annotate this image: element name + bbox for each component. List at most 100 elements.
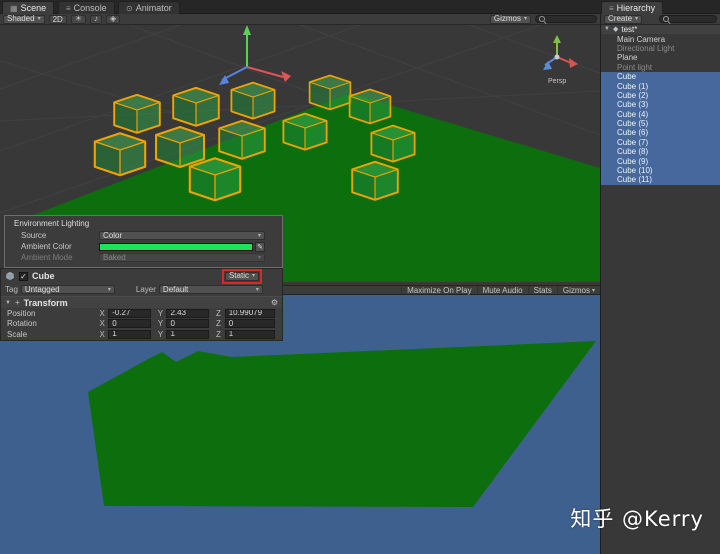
hierarchy-item-cube-1[interactable]: Cube (1) xyxy=(601,81,720,91)
position-label: Position xyxy=(7,308,36,318)
cube-3d[interactable] xyxy=(188,157,242,202)
rotation-z-field[interactable]: 0 xyxy=(224,319,275,329)
cube-3d[interactable] xyxy=(93,132,147,177)
static-highlight-box: Static ▾ xyxy=(221,268,262,284)
tag-dropdown[interactable]: Untagged ▾ xyxy=(20,285,115,294)
tab-console[interactable]: ≡ Console xyxy=(58,1,115,14)
scene-effects-toggle[interactable]: ◈ xyxy=(106,14,121,24)
scene-lighting-toggle[interactable]: ☀ xyxy=(70,14,87,24)
cube-3d[interactable] xyxy=(351,160,399,201)
watermark: 知乎 @Kerry xyxy=(570,507,704,531)
hierarchy-item-plane[interactable]: Plane xyxy=(601,53,720,62)
axis-y-label: Y xyxy=(157,308,164,318)
cube-3d[interactable] xyxy=(370,124,416,163)
stats-button[interactable]: Stats xyxy=(527,286,557,295)
cube-3d[interactable] xyxy=(172,86,220,127)
hierarchy-item-cube-3[interactable]: Cube (3) xyxy=(601,100,720,110)
hierarchy-item-cube-9[interactable]: Cube (9) xyxy=(601,156,720,166)
hierarchy-panel: ▼ ◆ test* Main Camera Directional Light … xyxy=(600,25,720,554)
scene-audio-toggle[interactable]: ♪ xyxy=(90,14,103,24)
rotation-x-field[interactable]: 0 xyxy=(108,319,151,329)
tab-console-label: Console xyxy=(73,3,107,13)
axis-z-label: Z xyxy=(216,319,221,329)
tab-hierarchy[interactable]: ≡ Hierarchy xyxy=(601,1,664,14)
cube-3d[interactable] xyxy=(155,126,205,168)
game-gizmos-dropdown[interactable]: Gizmos ▾ xyxy=(556,286,600,295)
search-icon xyxy=(539,15,546,23)
cube-3d[interactable] xyxy=(218,119,266,160)
hierarchy-item-cube-11[interactable]: Cube (11) xyxy=(601,175,720,185)
active-checkbox[interactable]: ✓ xyxy=(19,271,28,281)
cube-icon xyxy=(6,271,14,281)
hierarchy-item-cube-8[interactable]: Cube (8) xyxy=(601,147,720,157)
hierarchy-item-main-camera[interactable]: Main Camera xyxy=(601,34,720,44)
color-picker-button[interactable]: ✎ xyxy=(255,241,265,252)
scale-x-field[interactable]: 1 xyxy=(108,329,151,339)
transform-component-header[interactable]: ▼ + Transform ⚙ xyxy=(1,296,282,308)
maximize-on-play-button[interactable]: Maximize On Play xyxy=(401,286,476,295)
hierarchy-item-point-light[interactable]: Point light xyxy=(601,63,720,72)
hierarchy-scene-row[interactable]: ▼ ◆ test* xyxy=(601,25,720,35)
position-z-field[interactable]: 10.99079 xyxy=(224,308,275,318)
hierarchy-item-cube[interactable]: Cube xyxy=(601,71,720,82)
hierarchy-item-cube-6[interactable]: Cube (6) xyxy=(601,128,720,138)
audio-icon: ♪ xyxy=(94,14,99,23)
hierarchy-item-cube-7[interactable]: Cube (7) xyxy=(601,137,720,148)
hierarchy-item-directional-light[interactable]: Directional Light xyxy=(601,44,720,53)
environment-lighting-panel: Environment Lighting Source Color ▾ Ambi… xyxy=(4,215,283,268)
chevron-down-icon: ▾ xyxy=(251,273,255,279)
toggle-2d-button[interactable]: 2D xyxy=(48,14,67,24)
tab-scene-label: Scene xyxy=(20,3,47,13)
axis-z-label: Z xyxy=(216,308,221,318)
hierarchy-search-input[interactable] xyxy=(659,15,717,23)
projection-label[interactable]: Persp xyxy=(548,78,566,85)
position-y-field[interactable]: 2.43 xyxy=(166,308,210,318)
axis-x-label: X xyxy=(99,329,105,339)
lighting-panel-title: Environment Lighting xyxy=(14,219,90,228)
cube-3d[interactable] xyxy=(348,88,392,125)
foldout-icon[interactable]: ▼ xyxy=(5,300,11,306)
scene-asset-icon: ◆ xyxy=(612,26,619,34)
ambient-color-label: Ambient Color xyxy=(21,242,72,251)
ambient-color-swatch[interactable] xyxy=(99,242,253,251)
rotation-y-field[interactable]: 0 xyxy=(166,319,210,329)
scene-search-input[interactable] xyxy=(535,15,597,23)
hierarchy-header: Create ▾ xyxy=(600,14,720,25)
foldout-icon[interactable]: ▼ xyxy=(604,25,610,34)
static-dropdown[interactable]: Static ▾ xyxy=(224,271,259,281)
transform-icon: + xyxy=(14,297,20,307)
source-dropdown[interactable]: Color ▾ xyxy=(99,231,265,240)
cube-3d[interactable] xyxy=(308,74,352,111)
check-icon: ✓ xyxy=(20,271,27,281)
cube-3d[interactable] xyxy=(230,81,276,120)
scene-gizmos-dropdown[interactable]: Gizmos ▾ xyxy=(489,14,531,24)
chevron-down-icon: ▾ xyxy=(257,232,261,239)
ambient-color-row: Ambient Color ✎ xyxy=(5,241,282,252)
hierarchy-item-cube-10[interactable]: Cube (10) xyxy=(601,165,720,176)
hierarchy-item-cube-4[interactable]: Cube (4) xyxy=(601,109,720,119)
console-tab-icon: ≡ xyxy=(66,3,71,13)
gear-icon[interactable]: ⚙ xyxy=(271,298,278,307)
hierarchy-item-cube-2[interactable]: Cube (2) xyxy=(601,90,720,101)
chevron-down-icon: ▾ xyxy=(37,16,41,22)
mute-audio-button[interactable]: Mute Audio xyxy=(476,286,528,295)
top-tab-bar: ▦ Scene ≡ Console ⊙ Animator ≡ Hierarchy xyxy=(0,0,720,14)
layer-dropdown[interactable]: Default ▾ xyxy=(158,285,263,294)
scale-z-field[interactable]: 1 xyxy=(224,329,275,339)
tab-scene[interactable]: ▦ Scene xyxy=(2,1,55,14)
position-x-field[interactable]: -0.27 xyxy=(108,308,151,318)
tab-animator[interactable]: ⊙ Animator xyxy=(118,1,180,14)
shading-mode-dropdown[interactable]: Shaded ▾ xyxy=(3,14,45,24)
cube-3d[interactable] xyxy=(282,112,328,151)
rotation-label: Rotation xyxy=(7,319,37,329)
lighting-icon: ☀ xyxy=(74,14,83,23)
hierarchy-item-cube-5[interactable]: Cube (5) xyxy=(601,118,720,129)
scale-y-field[interactable]: 1 xyxy=(166,329,210,339)
axis-y-label: Y xyxy=(157,319,164,329)
picker-icon: ✎ xyxy=(257,243,263,251)
source-row: Source Color ▾ xyxy=(5,230,282,241)
create-button[interactable]: Create ▾ xyxy=(604,14,643,24)
cube-3d[interactable] xyxy=(113,93,161,134)
chevron-down-icon: ▾ xyxy=(257,254,261,261)
animator-tab-icon: ⊙ xyxy=(126,3,133,13)
